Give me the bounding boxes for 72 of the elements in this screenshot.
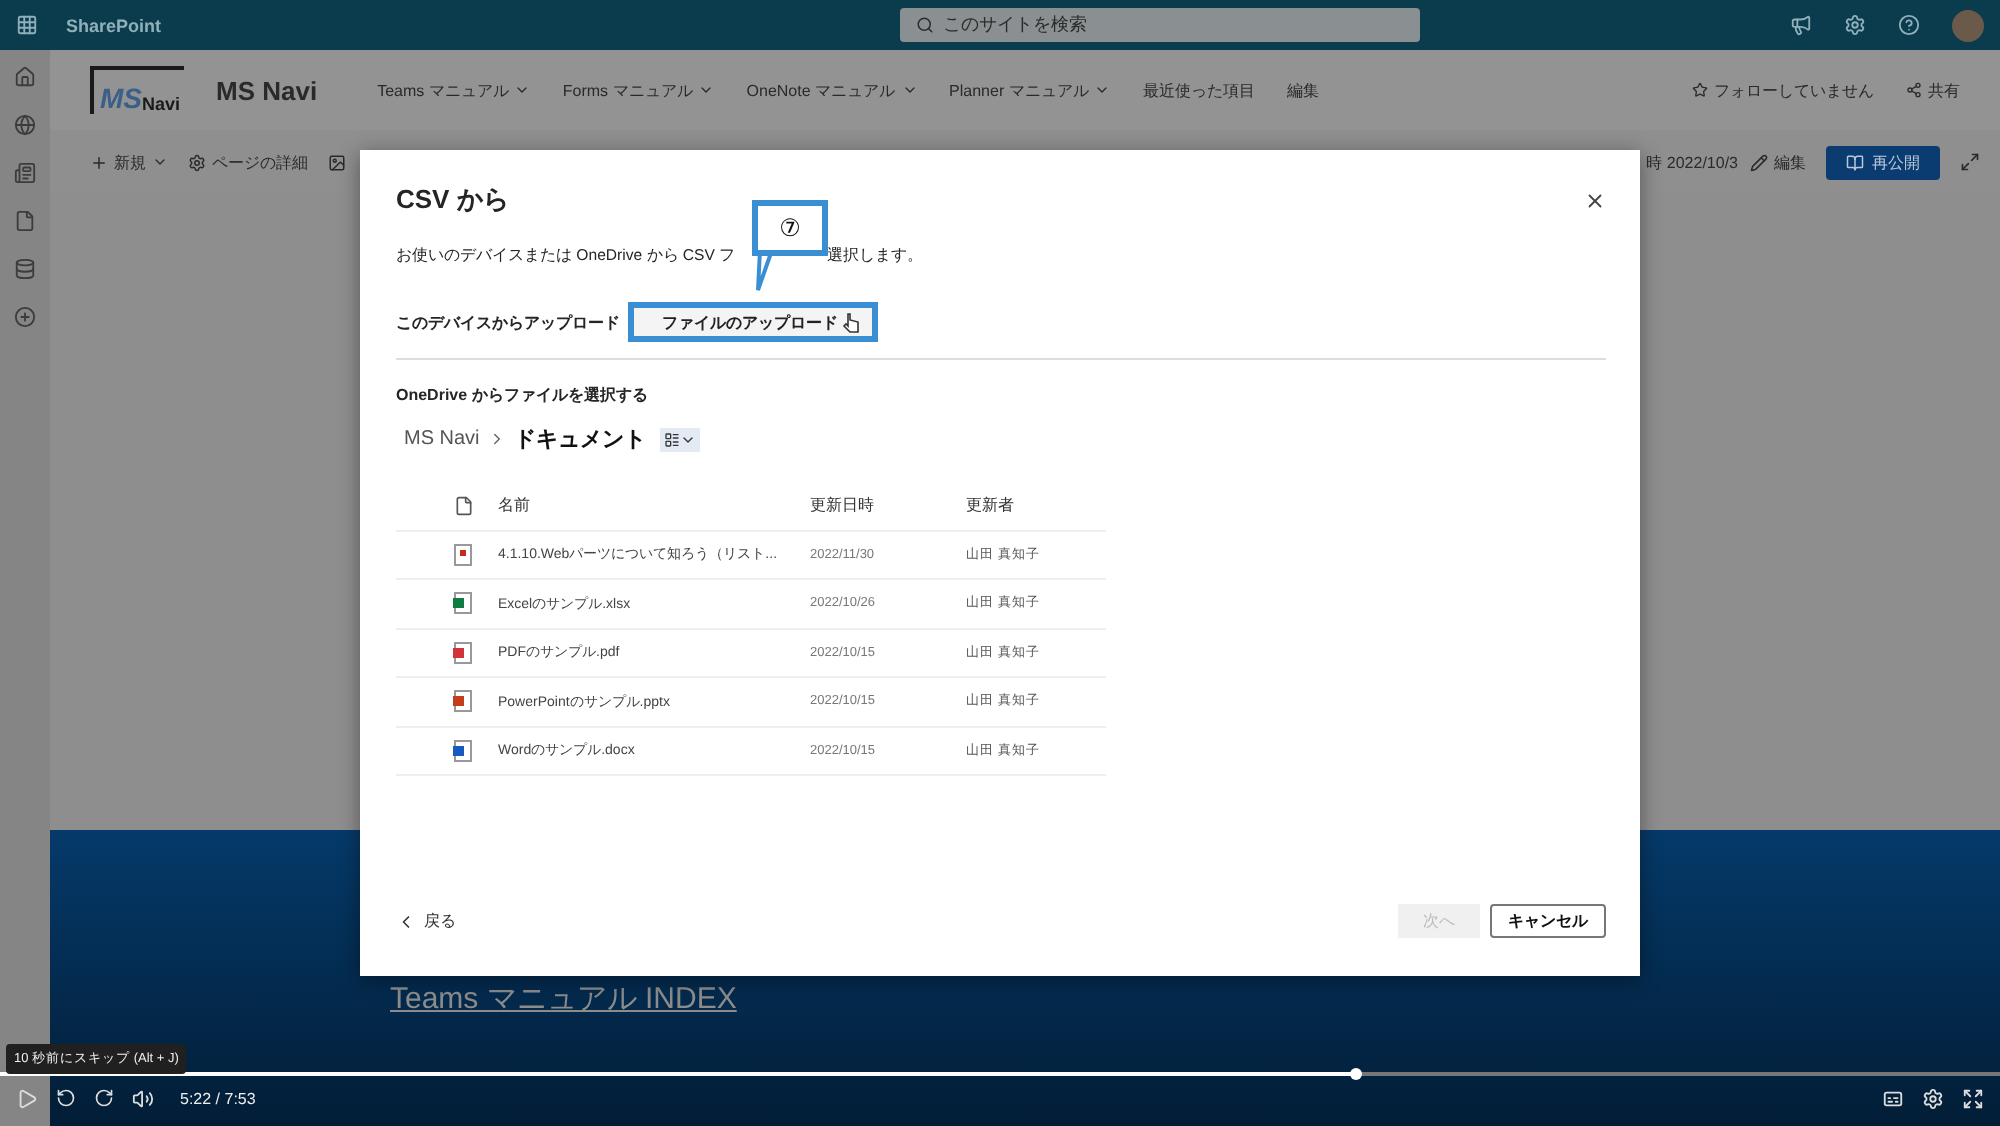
column-header[interactable]: 更新者 — [966, 494, 1106, 517]
follow-button[interactable]: フォローしていません — [1692, 79, 1874, 101]
step-callout: ⑦ — [752, 200, 828, 256]
breadcrumb-item[interactable]: ドキュメント — [513, 424, 646, 454]
excel-file-icon — [452, 592, 474, 615]
chevron-down-icon — [152, 154, 168, 170]
back-link[interactable]: 戻る — [396, 910, 456, 932]
create-icon[interactable] — [14, 306, 36, 328]
search-icon — [915, 16, 934, 34]
expand-icon[interactable] — [1960, 152, 1980, 172]
word-file-icon — [452, 739, 474, 762]
section-heading: OneDrive からファイルを選択する — [396, 384, 650, 406]
powerpoint-file-icon — [452, 690, 474, 713]
column-header[interactable]: 更新日時 — [810, 494, 966, 517]
chevron-down-icon — [514, 82, 531, 98]
volume-icon[interactable] — [132, 1087, 154, 1109]
playback-time: 5:22 / 7:53 — [180, 1089, 256, 1107]
close-icon[interactable] — [1584, 189, 1606, 211]
plus-icon — [90, 153, 108, 171]
page-details-button[interactable]: ページの詳細 — [188, 151, 308, 173]
image-icon[interactable] — [328, 153, 346, 171]
chevron-down-icon — [901, 82, 918, 98]
skip-forward-icon[interactable] — [94, 1088, 114, 1108]
upload-label: このデバイスからアップロード — [396, 311, 620, 333]
chevron-down-icon — [1094, 82, 1111, 98]
fullscreen-icon[interactable] — [1962, 1087, 1984, 1109]
page-heading[interactable]: Teams マニュアル INDEX — [390, 982, 737, 1016]
republish-button[interactable]: 再公開 — [1826, 145, 1940, 179]
chevron-down-icon — [698, 82, 715, 98]
play-icon[interactable] — [16, 1087, 38, 1109]
globe-icon[interactable] — [14, 114, 36, 136]
megaphone-icon[interactable] — [1790, 14, 1812, 36]
published-info: 時 2022/10/3 — [1646, 151, 1738, 173]
brand-name: SharePoint — [66, 15, 162, 35]
home-icon[interactable] — [14, 66, 36, 88]
page-icon[interactable] — [14, 210, 36, 232]
star-icon — [1692, 82, 1708, 98]
nav-link[interactable]: OneNote マニュアル — [746, 79, 918, 101]
breadcrumb-item[interactable]: MS Navi — [404, 428, 480, 450]
help-icon[interactable] — [1898, 14, 1920, 36]
nav-link[interactable]: 最近使った項目 — [1142, 79, 1255, 101]
share-button[interactable]: 共有 — [1906, 79, 1960, 101]
settings-icon[interactable] — [1922, 1087, 1944, 1109]
cancel-button[interactable]: キャンセル — [1490, 904, 1606, 938]
list-icon — [663, 431, 680, 447]
site-logo: MSNavi — [90, 66, 185, 114]
nav-link[interactable]: Planner マニュアル — [949, 79, 1111, 101]
site-title: MS Navi — [216, 75, 318, 105]
pencil-icon — [1750, 153, 1768, 171]
captions-icon[interactable] — [1882, 1087, 1904, 1109]
view-button[interactable] — [659, 427, 700, 451]
video-file-icon — [452, 543, 474, 566]
nav-link[interactable]: 編集 — [1286, 79, 1319, 101]
share-icon — [1906, 82, 1922, 98]
database-icon[interactable] — [14, 258, 36, 280]
nav-link[interactable]: Forms マニュアル — [562, 79, 715, 101]
dialog-title: CSV から — [396, 182, 509, 218]
upload-button[interactable]: ファイルのアップロード — [628, 302, 878, 342]
file-type-icon — [454, 495, 474, 516]
skip-back-icon[interactable] — [56, 1088, 76, 1108]
search-field[interactable]: このサイトを検索 — [899, 8, 1420, 42]
nav-link[interactable]: Teams マニュアル — [377, 79, 531, 101]
gear-icon — [188, 153, 206, 171]
settings-icon[interactable] — [1844, 14, 1866, 36]
app-launcher-icon[interactable] — [16, 14, 38, 36]
new-button[interactable]: 新規 — [90, 151, 168, 173]
book-icon — [1846, 153, 1864, 171]
edit-button[interactable]: 編集 — [1750, 151, 1806, 173]
hand-cursor-icon — [842, 311, 860, 333]
news-icon[interactable] — [14, 162, 36, 184]
column-header[interactable]: 名前 — [498, 494, 810, 517]
pdf-file-icon — [452, 641, 474, 664]
